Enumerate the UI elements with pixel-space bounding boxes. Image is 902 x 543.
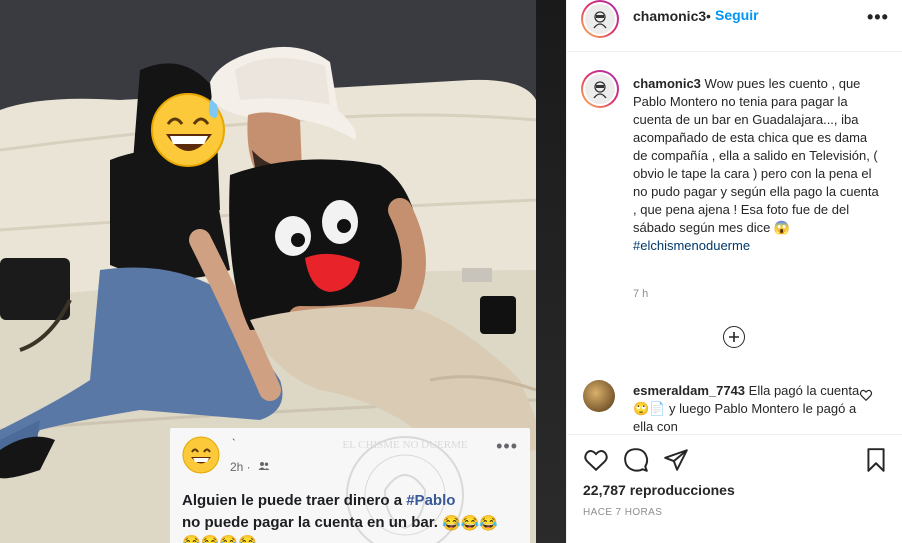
fb-more-icon: ••• (496, 436, 518, 456)
comment-username[interactable]: esmeraldam_7743 (633, 383, 745, 398)
caption-avatar[interactable] (581, 70, 619, 108)
post-caption: chamonic3 Wow pues les cuento , que Pabl… (633, 75, 883, 255)
commenter-avatar[interactable] (583, 380, 615, 412)
heart-icon[interactable] (583, 447, 609, 473)
action-bar: 22,787 reproducciones HACE 7 HORAS (567, 434, 902, 543)
comment: esmeraldam_7743 Ella pagó la cuenta 🙄📄 y… (633, 382, 865, 434)
post-date[interactable]: HACE 7 HORAS (583, 507, 662, 518)
header-username[interactable]: chamonic3 (633, 8, 706, 24)
post-sidebar: chamonic3 • Seguir ••• chamonic3 Wow pue… (566, 0, 902, 543)
profile-logo-icon (593, 81, 607, 99)
follow-button[interactable]: Seguir (715, 7, 759, 23)
load-more-comments-button[interactable] (723, 326, 745, 348)
fb-author-name: ` (232, 438, 236, 450)
post-media[interactable]: 2h · ••• Alguien le puede traer dinero a… (0, 0, 566, 543)
more-options-icon[interactable]: ••• (867, 7, 889, 28)
paper-plane-icon[interactable] (663, 447, 689, 473)
post-header: chamonic3 • Seguir ••• (567, 0, 902, 52)
caption-username[interactable]: chamonic3 (633, 76, 701, 91)
media-edge (536, 0, 566, 543)
plus-circle-icon (729, 332, 739, 342)
laughing-emojis-row: 😂😂😂😂 (182, 534, 257, 543)
caption-hashtag[interactable]: #elchismenoduerme (633, 238, 750, 253)
caption-text: Wow pues les cuento , que Pablo Montero … (633, 76, 879, 235)
view-count-label: reproducciones (629, 482, 735, 498)
watermark-logo: EL CHISME NO DUERME (342, 436, 468, 543)
caption-timestamp: 7 h (633, 288, 649, 300)
profile-avatar[interactable] (581, 0, 619, 38)
grinning-emoji-icon (182, 436, 220, 474)
svg-text:EL CHISME NO DUERME: EL CHISME NO DUERME (342, 439, 467, 451)
comment-icon[interactable] (623, 447, 649, 473)
bookmark-icon[interactable] (863, 447, 889, 473)
view-count-number: 22,787 (583, 482, 626, 498)
heart-outline-icon[interactable] (859, 388, 873, 402)
friends-icon (258, 462, 270, 470)
profile-logo-icon (593, 11, 607, 29)
view-count: 22,787 reproducciones (583, 482, 735, 498)
separator-dot: • (706, 8, 711, 24)
fb-post-time: 2h · (230, 460, 251, 474)
